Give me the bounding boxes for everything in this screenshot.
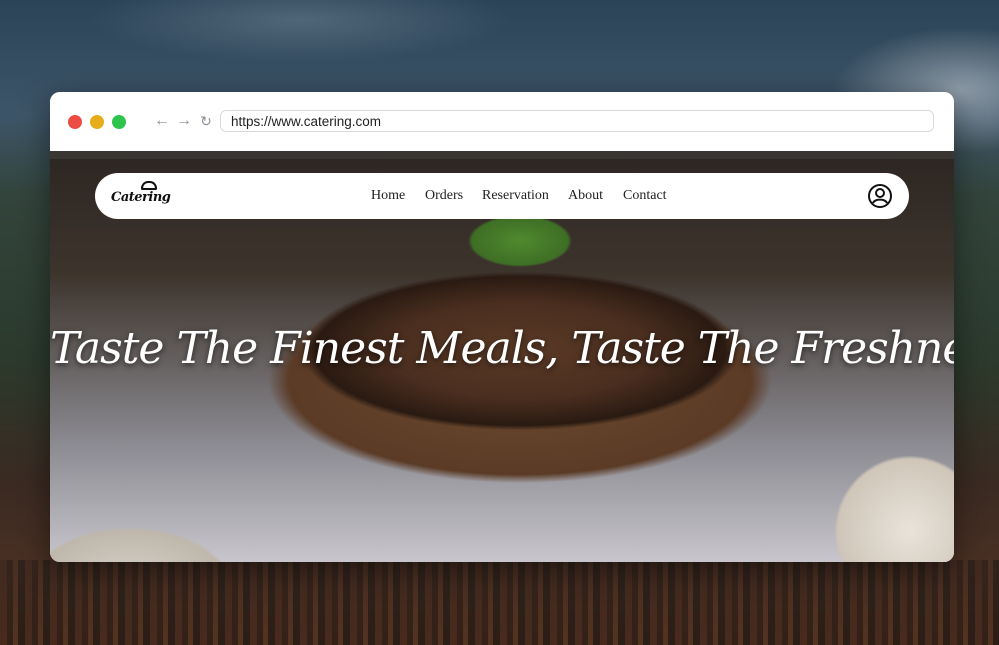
user-account-icon[interactable] bbox=[867, 183, 893, 209]
nav-home[interactable]: Home bbox=[371, 188, 405, 204]
back-arrow-icon[interactable]: ← bbox=[152, 110, 172, 132]
address-bar[interactable]: https://www.catering.com bbox=[220, 110, 934, 132]
logo-text: Catering bbox=[111, 190, 171, 205]
main-nav: Home Orders Reservation About Contact bbox=[95, 173, 909, 219]
nav-reservation[interactable]: Reservation bbox=[482, 188, 549, 204]
browser-window: ← → ↻ https://www.catering.com Catering … bbox=[50, 92, 954, 562]
site-logo[interactable]: Catering bbox=[111, 181, 171, 211]
reload-icon[interactable]: ↻ bbox=[196, 110, 216, 132]
nav-about[interactable]: About bbox=[568, 188, 603, 204]
hero-title: Taste The Finest Meals, Taste The Freshn… bbox=[50, 323, 954, 374]
page-viewport: Catering Home Orders Reservation About C… bbox=[50, 151, 954, 562]
forward-arrow-icon[interactable]: → bbox=[174, 110, 194, 132]
minimize-window-button[interactable] bbox=[90, 115, 104, 129]
browser-toolbar: ← → ↻ https://www.catering.com bbox=[50, 92, 954, 151]
site-header: Catering Home Orders Reservation About C… bbox=[95, 173, 909, 219]
chef-hat-icon bbox=[141, 181, 157, 190]
nav-contact[interactable]: Contact bbox=[623, 188, 667, 204]
maximize-window-button[interactable] bbox=[112, 115, 126, 129]
nav-orders[interactable]: Orders bbox=[425, 188, 463, 204]
background-scenery bbox=[0, 560, 999, 645]
close-window-button[interactable] bbox=[68, 115, 82, 129]
page-top-strip bbox=[50, 151, 954, 159]
